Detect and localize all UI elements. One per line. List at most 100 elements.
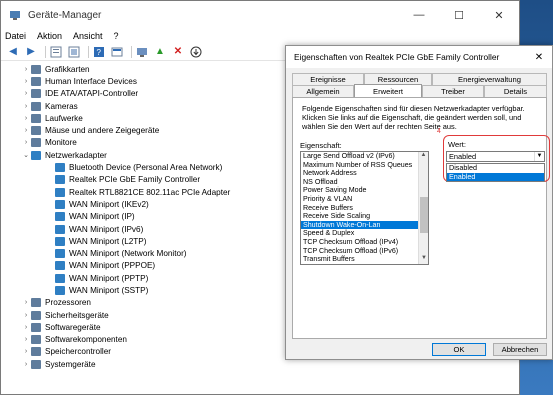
property-list-item[interactable]: Speed & Duplex <box>301 229 428 238</box>
tree-node-label: WAN Miniport (SSTP) <box>69 285 149 295</box>
menu-help[interactable]: ? <box>114 31 119 41</box>
network-icon <box>55 236 65 246</box>
uninstall-icon[interactable]: ✕ <box>171 45 185 59</box>
drive-icon <box>31 113 41 123</box>
properties-icon[interactable] <box>67 45 81 59</box>
tree-node[interactable]: WAN Miniport (IKEv2) <box>1 198 291 210</box>
tree-view-icon[interactable] <box>49 45 63 59</box>
chevron-right-icon[interactable]: › <box>21 324 31 331</box>
property-list-item[interactable]: Receive Side Scaling <box>301 212 428 221</box>
scroll-up-icon[interactable]: ▲ <box>419 152 428 161</box>
tree-node[interactable]: › Systemgeräte <box>1 358 291 370</box>
network-icon <box>55 261 65 271</box>
tree-node[interactable]: › Laufwerke <box>1 112 291 124</box>
menu-aktion[interactable]: Aktion <box>37 31 62 41</box>
scan-hardware-icon[interactable] <box>135 45 149 59</box>
network-icon <box>55 224 65 234</box>
close-button[interactable]: ✕ <box>479 1 519 29</box>
add-device-icon[interactable]: ▲ <box>153 45 167 59</box>
property-list-item[interactable]: Maximum Number of RSS Queues <box>301 161 428 170</box>
tree-node[interactable]: Bluetooth Device (Personal Area Network) <box>1 161 291 173</box>
property-list-item[interactable]: NS Offload <box>301 178 428 187</box>
minimize-button[interactable]: — <box>399 1 439 29</box>
property-list-item[interactable]: TCP Checksum Offload (IPv6) <box>301 247 428 256</box>
back-arrow-icon[interactable]: ◀ <box>6 45 20 59</box>
tree-node[interactable]: WAN Miniport (IPv6) <box>1 223 291 235</box>
menu-ansicht[interactable]: Ansicht <box>73 31 103 41</box>
value-option-enabled[interactable]: Enabled <box>447 172 544 181</box>
property-list-item[interactable]: Power Saving Mode <box>301 186 428 195</box>
chevron-right-icon[interactable]: › <box>21 348 31 355</box>
tree-node[interactable]: › Softwarekomponenten <box>1 334 291 346</box>
tree-node[interactable]: WAN Miniport (L2TP) <box>1 235 291 247</box>
chevron-right-icon[interactable]: › <box>21 127 31 134</box>
tree-node[interactable]: › Grafikkarten <box>1 63 291 75</box>
value-dropdown[interactable]: Disabled Enabled <box>446 163 545 182</box>
scroll-thumb[interactable] <box>420 197 428 233</box>
help-icon[interactable]: ? <box>92 45 106 59</box>
tree-node[interactable]: Realtek RTL8821CE 802.11ac PCIe Adapter <box>1 186 291 198</box>
dialog-title: Eigenschaften von Realtek PCIe GbE Famil… <box>286 46 552 68</box>
tab-treiber[interactable]: Treiber <box>422 85 484 97</box>
update-driver-icon[interactable] <box>189 45 203 59</box>
property-list-item[interactable]: Transmit Buffers <box>301 255 428 264</box>
maximize-button[interactable]: ☐ <box>439 1 479 29</box>
cancel-button[interactable]: Abbrechen <box>493 343 547 356</box>
tab-allgemein[interactable]: Allgemein <box>292 85 354 97</box>
driver-icon[interactable] <box>110 45 124 59</box>
network-icon <box>55 273 65 283</box>
tree-node[interactable]: WAN Miniport (IP) <box>1 211 291 223</box>
tree-node[interactable]: › Kameras <box>1 100 291 112</box>
chevron-right-icon[interactable]: › <box>21 336 31 343</box>
tree-node[interactable]: WAN Miniport (PPPOE) <box>1 260 291 272</box>
tree-node[interactable]: WAN Miniport (PPTP) <box>1 272 291 284</box>
ok-button[interactable]: OK <box>432 343 486 356</box>
device-manager-icon <box>10 11 20 20</box>
dialog-close-button[interactable]: ✕ <box>526 46 552 68</box>
tree-node[interactable]: › Prozessoren <box>1 297 291 309</box>
menu-datei[interactable]: Datei <box>5 31 26 41</box>
system-icon <box>31 359 41 369</box>
tree-node[interactable]: Realtek PCIe GbE Family Controller <box>1 174 291 186</box>
tab-erweitert[interactable]: Erweitert <box>354 84 422 98</box>
chevron-right-icon[interactable]: › <box>21 361 31 368</box>
tree-node[interactable]: › Monitore <box>1 137 291 149</box>
chevron-right-icon[interactable]: › <box>21 312 31 319</box>
tree-node[interactable]: › Softwaregeräte <box>1 321 291 333</box>
property-list-item[interactable]: Receive Buffers <box>301 204 428 213</box>
tab-details[interactable]: Details <box>484 85 547 97</box>
tree-node[interactable]: WAN Miniport (SSTP) <box>1 284 291 296</box>
forward-arrow-icon[interactable]: ▶ <box>24 45 38 59</box>
property-list-item[interactable]: Priority & VLAN <box>301 195 428 204</box>
chevron-right-icon[interactable]: › <box>21 66 31 73</box>
tree-node[interactable]: WAN Miniport (Network Monitor) <box>1 247 291 259</box>
value-select-text: Enabled <box>449 152 477 161</box>
chevron-right-icon[interactable]: › <box>21 90 31 97</box>
property-list-item[interactable]: TCP Checksum Offload (IPv4) <box>301 238 428 247</box>
security-icon <box>31 310 41 320</box>
chevron-right-icon[interactable]: › <box>21 103 31 110</box>
chevron-down-icon[interactable]: ⌄ <box>21 151 31 159</box>
tree-node[interactable]: › Mäuse und andere Zeigegeräte <box>1 124 291 136</box>
property-list[interactable]: Large Send Offload v2 (IPv6) Maximum Numb… <box>300 151 429 265</box>
scroll-down-icon[interactable]: ▼ <box>419 255 428 264</box>
chevron-right-icon[interactable]: › <box>21 299 31 306</box>
tree-node[interactable]: › Sicherheitsgeräte <box>1 309 291 321</box>
value-select[interactable]: Enabled ▼ <box>446 151 545 162</box>
chevron-right-icon[interactable]: › <box>21 78 31 85</box>
device-tree[interactable]: › Grafikkarten › Human Interface Devices › ID… <box>1 63 291 395</box>
chevron-down-icon[interactable]: ▼ <box>534 152 544 161</box>
tree-node[interactable]: › Speichercontroller <box>1 346 291 358</box>
property-list-item[interactable]: Shutdown Wake-On-Lan <box>301 220 428 230</box>
software-icon <box>31 322 41 332</box>
chevron-right-icon[interactable]: › <box>21 139 31 146</box>
tree-node[interactable]: › IDE ATA/ATAPI-Controller <box>1 88 291 100</box>
tree-node[interactable]: › Human Interface Devices <box>1 75 291 87</box>
network-icon <box>55 285 65 295</box>
property-list-item[interactable]: Network Address <box>301 169 428 178</box>
tab-energieverwaltung[interactable]: Energieverwaltung <box>432 73 547 85</box>
property-list-scrollbar[interactable]: ▲ ▼ <box>418 152 428 264</box>
tree-node[interactable]: ⌄ Netzwerkadapter <box>1 149 291 161</box>
chevron-right-icon[interactable]: › <box>21 115 31 122</box>
property-list-item[interactable]: Large Send Offload v2 (IPv6) <box>301 152 428 161</box>
